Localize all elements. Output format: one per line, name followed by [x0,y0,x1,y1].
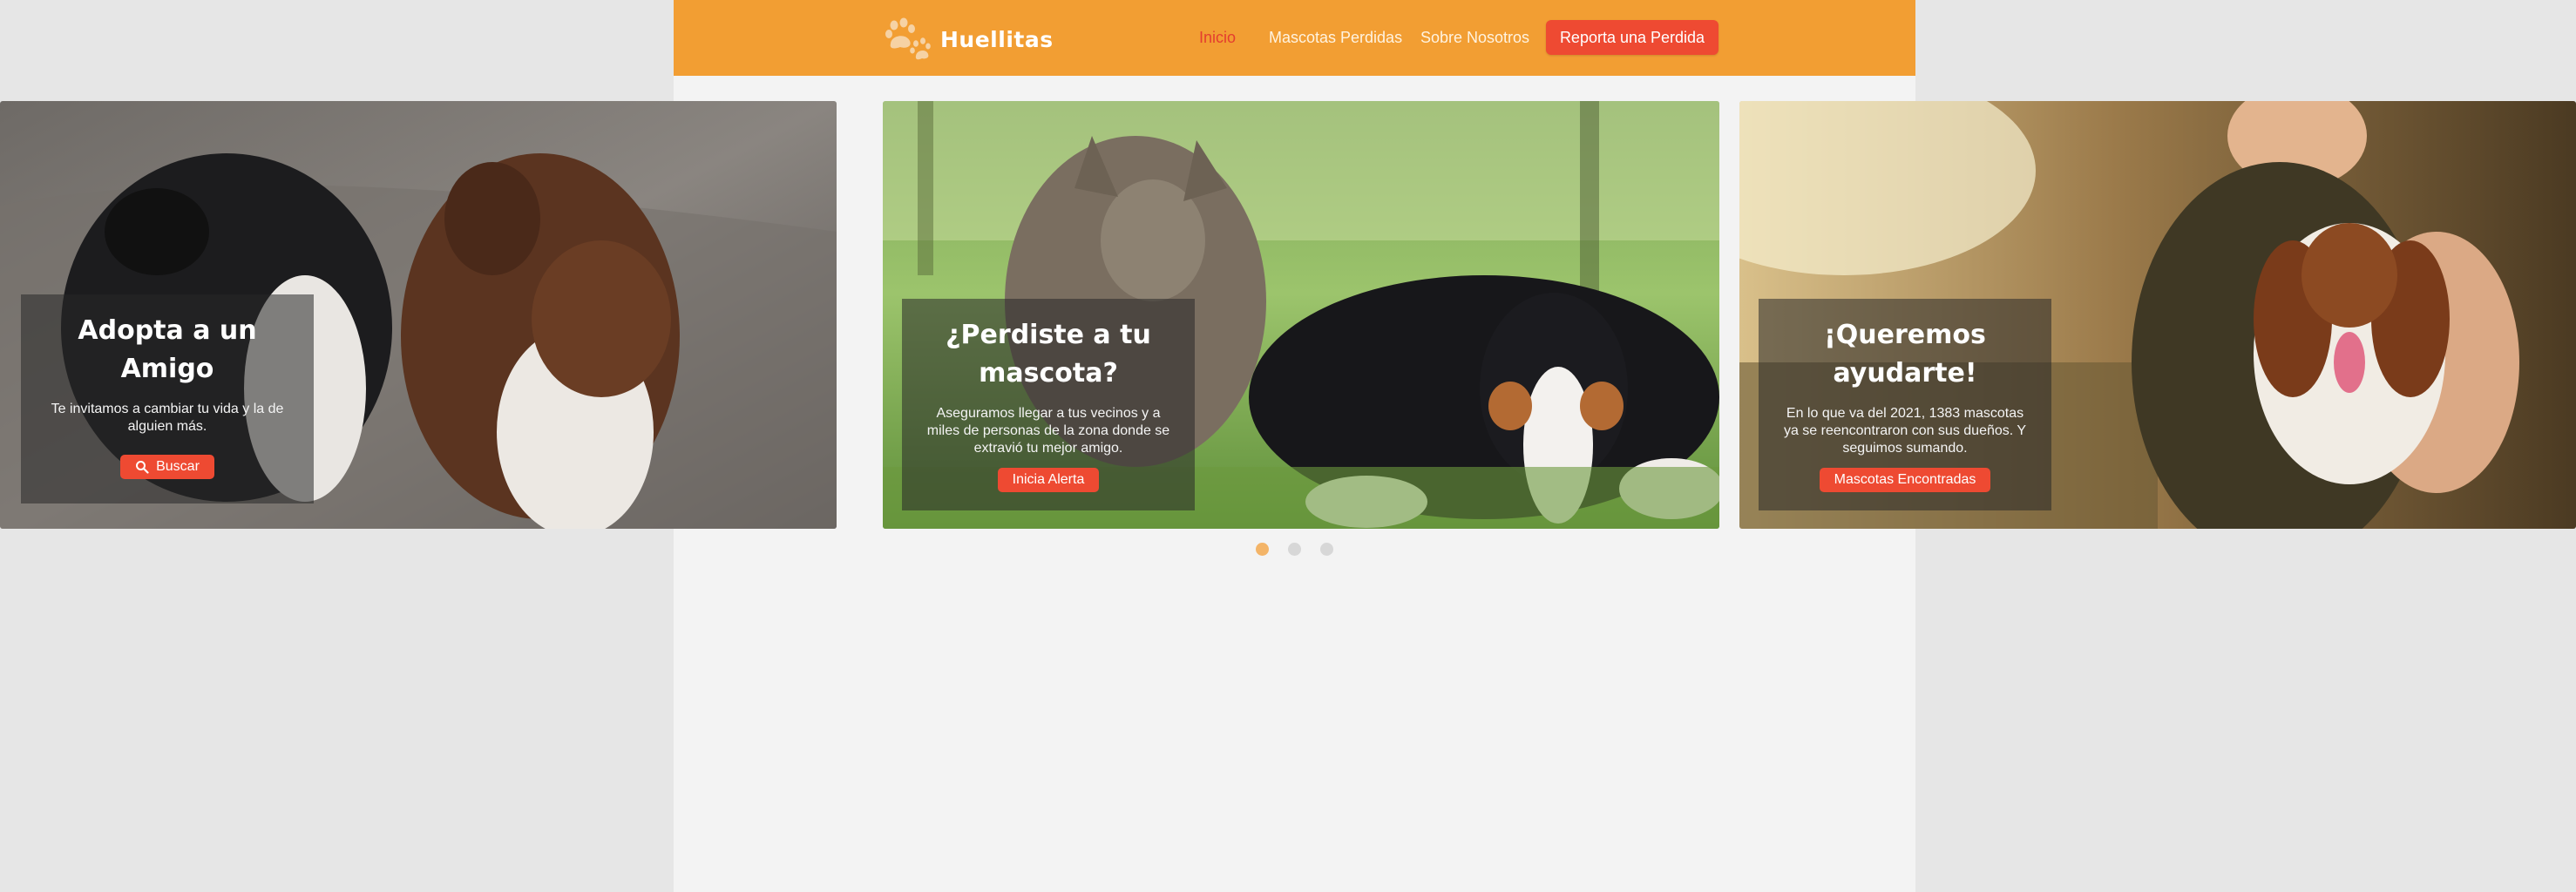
start-alert-button[interactable]: Inicia Alerta [997,468,1100,492]
carousel-indicators [1256,543,1333,556]
search-icon [136,461,149,474]
slide-caption: Adopta a un Amigo Te invitamos a cambiar… [21,294,314,503]
carousel-dot-1[interactable] [1256,543,1269,556]
nav-link-mascotas-perdidas[interactable]: Mascotas Perdidas [1269,29,1402,47]
report-loss-button[interactable]: Reporta una Perdida [1546,20,1718,55]
slide-title: Adopta a un Amigo [78,315,257,384]
slide-text: Aseguramos llegar a tus vecinos y a mile… [926,406,1170,456]
carousel-slide-adopt: Adopta a un Amigo Te invitamos a cambiar… [0,101,837,529]
slide-title: ¿Perdiste a tu mascota? [946,320,1151,389]
brand-logo[interactable]: Huellitas [883,17,1054,61]
carousel-slide-help: ¡Queremos ayudarte! En lo que va del 202… [1739,101,2576,529]
carousel-dot-3[interactable] [1320,543,1333,556]
search-button[interactable]: Buscar [120,455,214,479]
found-pets-button[interactable]: Mascotas Encontradas [1819,468,1991,492]
carousel-slide-lost-pet: ¿Perdiste a tu mascota? Aseguramos llega… [883,101,1719,529]
slide-text: En lo que va del 2021, 1383 mascotas ya … [1783,406,2027,456]
slide-caption: ¡Queremos ayudarte! En lo que va del 202… [1759,299,2051,510]
paw-icon [885,17,931,60]
slide-caption: ¿Perdiste a tu mascota? Aseguramos llega… [902,299,1195,510]
nav-link-inicio[interactable]: Inicio [1199,29,1236,47]
slide-title: ¡Queremos ayudarte! [1824,320,1986,389]
slide-text: Te invitamos a cambiar tu vida y la de a… [51,402,284,434]
brand-name: Huellitas [940,26,1054,52]
search-button-label: Buscar [156,459,200,474]
nav-link-sobre-nosotros[interactable]: Sobre Nosotros [1420,29,1529,47]
carousel-dot-2[interactable] [1288,543,1301,556]
